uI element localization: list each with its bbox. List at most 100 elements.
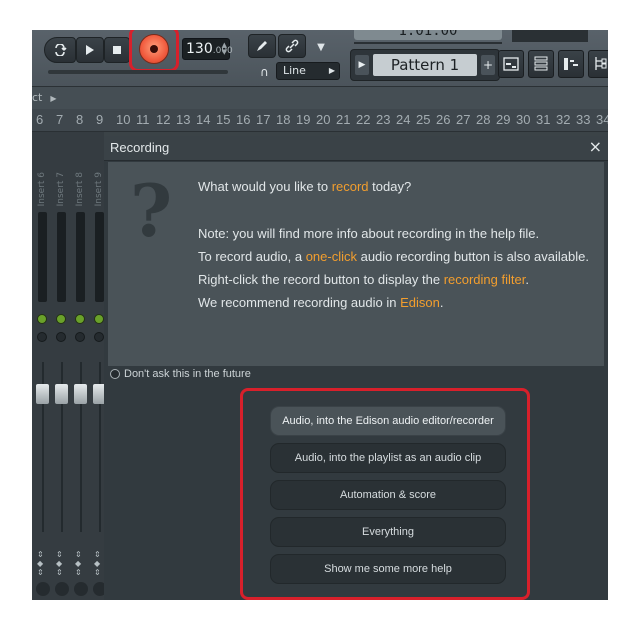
line3-post: . [525, 272, 529, 287]
options-highlight [240, 388, 530, 600]
strip-fader-handle[interactable] [74, 384, 87, 404]
browser-button[interactable] [588, 50, 608, 78]
ruler-bar-number: 19 [296, 112, 311, 127]
record-link[interactable]: record [332, 179, 369, 194]
strip-fader-handle[interactable] [93, 384, 104, 404]
link-icon [285, 39, 299, 53]
strip-route-arrows-icon[interactable]: ⇕ ◆ ⇕ [75, 550, 82, 577]
strip-pan-knob[interactable] [37, 332, 47, 342]
ruler-bar-number: 16 [236, 112, 251, 127]
strip-fader-handle[interactable] [55, 384, 68, 404]
ruler-bar-number: 25 [416, 112, 431, 127]
question-post: today? [368, 179, 412, 194]
ruler-bar-number: 27 [456, 112, 471, 127]
ruler-bar-number: 10 [116, 112, 131, 127]
mixer-strip[interactable]: Insert 6 ⇕ ◆ ⇕ [34, 132, 52, 600]
strip-route-arrows-icon[interactable]: ⇕ ◆ ⇕ [94, 550, 101, 577]
strip-fader-handle[interactable] [36, 384, 49, 404]
ruler-bar-number: 9 [96, 112, 104, 127]
ruler-bar-number: 26 [436, 112, 451, 127]
channel-rack-button[interactable] [528, 50, 554, 78]
ruler-bar-number: 34 [596, 112, 608, 127]
strip-meter [38, 212, 47, 302]
tempo-spin-icon[interactable]: ▲ ▼ [222, 42, 227, 56]
dialog-titlebar[interactable]: Recording × [104, 136, 608, 161]
strip-pan-knob[interactable] [56, 332, 66, 342]
recording-filter-link[interactable]: recording filter [444, 272, 526, 287]
strip-pan-knob[interactable] [75, 332, 85, 342]
strip-enable-led[interactable] [75, 314, 85, 324]
ruler-bar-number: 14 [196, 112, 211, 127]
ruler-bar-number: 18 [276, 112, 291, 127]
question-mark-icon: ? [130, 168, 173, 253]
ruler-bar-number: 11 [136, 112, 150, 127]
pattern-name[interactable]: Pattern 1 [373, 54, 477, 76]
stop-button[interactable] [104, 37, 130, 63]
loop-button[interactable] [44, 37, 76, 63]
strip-enable-led[interactable] [94, 314, 104, 324]
snap-value: Line [283, 64, 306, 77]
browser-tree-icon [595, 57, 607, 70]
note-line-4: We recommend recording audio in Edison. [198, 295, 443, 310]
link-tool-button[interactable] [278, 34, 306, 58]
line3-pre: Right-click the record button to display… [198, 272, 444, 287]
ruler-bar-number: 6 [36, 112, 44, 127]
pattern-add-button[interactable]: + [481, 55, 495, 75]
strip-label: Insert 6 [37, 172, 47, 207]
strip-send-knob[interactable] [36, 582, 50, 596]
strip-pan-knob[interactable] [94, 332, 104, 342]
dont-ask-label: Don't ask this in the future [124, 368, 251, 380]
question-text: What would you like to record today? [198, 179, 411, 194]
playlist-icon [503, 57, 519, 71]
strip-meter [95, 212, 104, 302]
close-icon[interactable]: × [589, 137, 602, 156]
tempo-field[interactable]: 130.000 ▲ ▼ [182, 38, 233, 60]
mixer-strip[interactable]: Insert 7 ⇕ ◆ ⇕ [53, 132, 71, 600]
snap-select[interactable]: Line ▶ [276, 62, 340, 80]
ruler-bar-number: 28 [476, 112, 491, 127]
note-line-3: Right-click the record button to display… [198, 272, 529, 287]
ruler-bar-number: 32 [556, 112, 571, 127]
pen-tool-button[interactable] [248, 34, 276, 58]
chevron-right-icon: ▶ [358, 60, 366, 70]
tempo-slider[interactable] [48, 70, 228, 74]
note-line-1: Note: you will find more info about reco… [198, 226, 540, 241]
ruler-bar-number: 30 [516, 112, 531, 127]
strip-route-arrows-icon[interactable]: ⇕ ◆ ⇕ [56, 550, 63, 577]
mixer-strip[interactable]: Insert 9 ⇕ ◆ ⇕ [91, 132, 104, 600]
tool-dropdown-button[interactable]: ▼ [310, 38, 332, 56]
piano-roll-button[interactable] [558, 50, 584, 78]
time-display-bar [354, 42, 502, 44]
strip-route-arrows-icon[interactable]: ⇕ ◆ ⇕ [37, 550, 44, 577]
mixer-strip[interactable]: Insert 8 ⇕ ◆ ⇕ [72, 132, 90, 600]
dont-ask-option[interactable]: Don't ask this in the future [110, 368, 251, 384]
cpu-meter [512, 30, 588, 42]
dont-ask-radio[interactable] [110, 369, 120, 379]
strip-meter [57, 212, 66, 302]
play-button[interactable] [76, 37, 104, 63]
strip-label: Insert 9 [94, 172, 104, 207]
ruler-bar-number: 33 [576, 112, 591, 127]
loop-icon [55, 44, 67, 56]
time-display[interactable]: 1:01:00 [354, 30, 502, 40]
strip-send-knob[interactable] [74, 582, 88, 596]
play-icon [86, 45, 94, 55]
record-button-highlight [129, 30, 179, 72]
chevron-down-icon: ▼ [317, 41, 325, 53]
strip-label: Insert 7 [56, 172, 66, 207]
strip-label: Insert 8 [75, 172, 85, 207]
toolbar: 130.000 ▲ ▼ ▼ ∩ Line ▶ 1:01:00 ▶ Pattern … [32, 30, 608, 87]
strip-enable-led[interactable] [56, 314, 66, 324]
timeline-ruler[interactable]: 6 7 8 9 10 11 12 13 14 15 16 17 18 19 20 21 22 23 24 25 26 27… [32, 109, 608, 132]
channel-rack-icon [534, 56, 548, 71]
strip-send-knob[interactable] [93, 582, 104, 596]
ruler-bar-number: 20 [316, 112, 331, 127]
edison-link[interactable]: Edison [400, 295, 440, 310]
strip-enable-led[interactable] [37, 314, 47, 324]
playlist-view-button[interactable] [498, 50, 524, 78]
chevron-right-icon: ▶ [328, 66, 335, 75]
breadcrumb-text[interactable]: ct [32, 91, 42, 104]
one-click-link[interactable]: one-click [306, 249, 357, 264]
strip-send-knob[interactable] [55, 582, 69, 596]
pattern-prev-button[interactable]: ▶ [355, 55, 369, 75]
